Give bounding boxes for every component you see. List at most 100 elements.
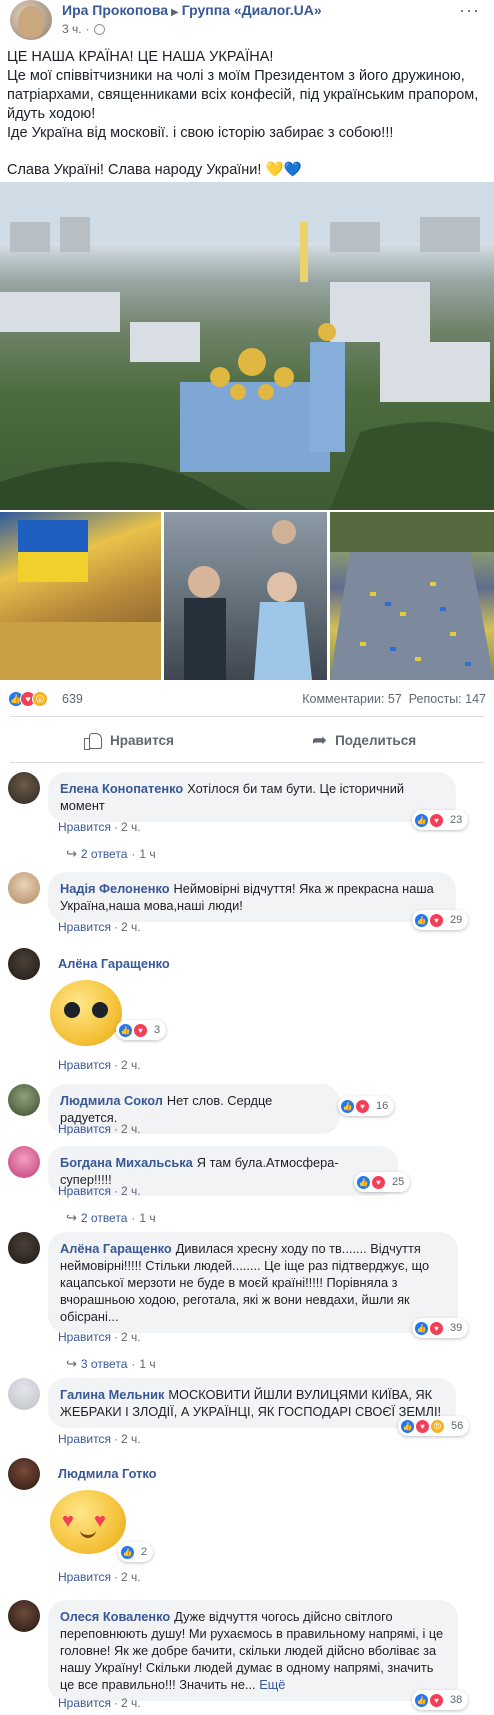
comment-meta: Нравится · 2 ч. — [58, 1184, 141, 1198]
comment-time[interactable]: 2 ч. — [121, 920, 141, 934]
replies-link[interactable]: ↪ 2 ответа · 1 ч — [66, 846, 156, 862]
comment-author[interactable]: Галина Мельник — [60, 1387, 164, 1402]
comment-reactions[interactable]: 👍 ♥ 38 — [412, 1690, 469, 1710]
post-body: ЦЕ НАША КРАЇНА! ЦЕ НАША УКРАЇНА! Це мої … — [7, 48, 487, 180]
like-button-label: Нравится — [110, 732, 174, 748]
post-meta: 3 ч. · — [62, 22, 105, 36]
comment-time[interactable]: 2 ч. — [121, 1058, 141, 1072]
group-link[interactable]: Группа «Диалог.UA» — [182, 2, 322, 18]
comment-author[interactable]: Елена Конопатенко — [60, 781, 183, 796]
comment-reactions[interactable]: 👍 ♥ 23 — [412, 810, 469, 830]
avatar[interactable] — [8, 772, 40, 804]
comment-like-link[interactable]: Нравится — [58, 1122, 111, 1136]
post-stats: 👍 ♥ 😮 639 Комментарии: 57 Репосты: 147 — [8, 690, 486, 710]
author-link[interactable]: Ира Прокопова — [62, 2, 168, 18]
author-avatar[interactable] — [10, 0, 52, 40]
photo-president[interactable] — [164, 512, 327, 680]
comment-like-link[interactable]: Нравится — [58, 1184, 111, 1198]
comment-time[interactable]: 2 ч. — [121, 1432, 141, 1446]
comment-like-link[interactable]: Нравится — [58, 1696, 111, 1710]
reaction-count: 56 — [451, 1420, 464, 1432]
sunglasses-eye — [64, 1002, 80, 1018]
avatar[interactable] — [8, 1232, 40, 1264]
shares-count[interactable]: Репосты: 147 — [409, 692, 486, 706]
comment-time[interactable]: 2 ч. — [121, 1696, 141, 1710]
comment-like-link[interactable]: Нравится — [58, 1058, 111, 1072]
globe-icon — [93, 23, 105, 35]
wow-reaction-icon: 😮 — [32, 691, 48, 707]
replies-count[interactable]: 2 ответа — [81, 847, 127, 861]
avatar[interactable] — [8, 872, 40, 904]
comment-like-link[interactable]: Нравится — [58, 1330, 111, 1344]
avatar[interactable] — [8, 948, 40, 980]
photo-main[interactable] — [0, 182, 494, 510]
comment-time[interactable]: 2 ч. — [121, 1330, 141, 1344]
avatar[interactable] — [8, 1378, 40, 1410]
reaction-count: 25 — [392, 1176, 405, 1188]
like-reaction-icon: 👍 — [356, 1174, 371, 1190]
comment-author[interactable]: Богдана Михальська — [60, 1155, 193, 1170]
post-text-line: Це мої співвітчизники на чолі з моїм Пре… — [7, 68, 479, 122]
avatar[interactable] — [8, 1458, 40, 1490]
love-reaction-icon: ♥ — [355, 1098, 370, 1114]
comment-reactions[interactable]: 👍 ♥ 😡 56 — [398, 1416, 470, 1436]
love-reaction-icon: ♥ — [429, 1320, 444, 1336]
photo-crowd[interactable] — [330, 512, 494, 680]
reaction-icons[interactable]: 👍 ♥ 😮 — [8, 691, 48, 707]
reaction-count: 38 — [450, 1694, 463, 1706]
post-time[interactable]: 3 ч. — [62, 22, 82, 36]
comment-author[interactable]: Алёна Гаращенко — [60, 1241, 172, 1256]
replies-link[interactable]: ↪ 2 ответа · 1 ч — [66, 1210, 156, 1226]
post-title: Ира Прокопова ▶ Группа «Диалог.UA» — [62, 2, 322, 18]
comment-like-link[interactable]: Нравится — [58, 1432, 111, 1446]
comment-reactions[interactable]: 👍 ♥ 39 — [412, 1318, 469, 1338]
sunglasses-eye — [92, 1002, 108, 1018]
comment-time[interactable]: 2 ч. — [121, 1570, 141, 1584]
like-reaction-icon: 👍 — [414, 812, 429, 828]
smile — [80, 1530, 96, 1538]
comment-bubble: Галина Мельник МОСКОВИТИ ЙШЛИ ВУЛИЦЯМИ КИ… — [48, 1378, 456, 1428]
comments-count[interactable]: Комментарии: 57 — [302, 692, 402, 706]
comment-reactions[interactable]: 👍 ♥ 25 — [354, 1172, 411, 1192]
like-button[interactable]: Нравится — [84, 725, 174, 755]
comment-bubble: Елена Конопатенко Хотілося би там бути. Ц… — [48, 772, 456, 822]
comment-time[interactable]: 2 ч. — [121, 1122, 141, 1136]
comment-author[interactable]: Людмила Сокол — [60, 1093, 163, 1108]
comment-like-link[interactable]: Нравится — [58, 820, 111, 834]
sticker-heart-eyes[interactable]: ♥ ♥ — [50, 1490, 126, 1554]
replies-count[interactable]: 2 ответа — [81, 1211, 127, 1225]
heart-eye-icon: ♥ — [62, 1510, 74, 1532]
avatar[interactable] — [8, 1600, 40, 1632]
comment-reactions[interactable]: 👍 2 — [118, 1542, 154, 1562]
comment-like-link[interactable]: Нравится — [58, 920, 111, 934]
comment-reactions[interactable]: 👍 ♥ 16 — [338, 1096, 395, 1116]
photo-flags[interactable] — [0, 512, 161, 680]
replies-count[interactable]: 3 ответа — [81, 1357, 127, 1371]
love-reaction-icon: ♥ — [429, 912, 444, 928]
comment-meta: Нравится · 2 ч. — [58, 1058, 141, 1072]
comment-author[interactable]: Людмила Готко — [58, 1466, 156, 1481]
avatar[interactable] — [8, 1146, 40, 1178]
comment-time[interactable]: 2 ч. — [121, 1184, 141, 1198]
more-options-icon[interactable]: ··· — [459, 0, 480, 21]
comment-time[interactable]: 2 ч. — [121, 820, 141, 834]
comment-reactions[interactable]: 👍 ♥ 29 — [412, 910, 469, 930]
share-button[interactable]: ➦ Поделиться — [312, 725, 416, 755]
comment-author[interactable]: Надія Фелоненко — [60, 881, 170, 896]
like-reaction-icon: 👍 — [414, 1692, 429, 1708]
comment-author[interactable]: Олеся Коваленко — [60, 1609, 170, 1624]
comment-meta: Нравится · 2 ч. — [58, 820, 141, 834]
like-reaction-icon: 👍 — [120, 1544, 135, 1560]
reaction-count: 3 — [154, 1024, 161, 1036]
replies-link[interactable]: ↪ 3 ответа · 1 ч — [66, 1356, 156, 1372]
thumbs-up-icon — [84, 731, 102, 750]
comment-author[interactable]: Алёна Гаращенко — [58, 956, 170, 971]
sticker-sunglasses[interactable] — [50, 980, 122, 1046]
avatar[interactable] — [8, 1084, 40, 1116]
reactions-count[interactable]: 639 — [62, 692, 83, 706]
comment-reactions[interactable]: 👍 ♥ 3 — [116, 1020, 167, 1040]
see-more-link[interactable]: Ещё — [259, 1677, 285, 1692]
reaction-count: 2 — [141, 1546, 148, 1558]
love-reaction-icon: ♥ — [429, 812, 444, 828]
comment-like-link[interactable]: Нравится — [58, 1570, 111, 1584]
